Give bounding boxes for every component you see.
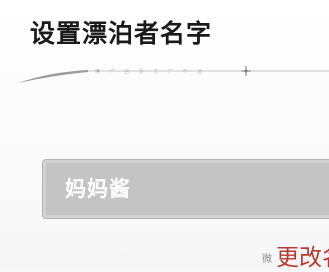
name-input-field[interactable]: 妈妈酱 <box>42 159 329 219</box>
dialog-title: 设置漂泊者名字 <box>30 19 213 48</box>
divider-swoosh <box>18 70 88 83</box>
name-input-value: 妈妈酱 <box>65 177 131 201</box>
divider-ornament-text: 鸣 广 自 逐 无 广 不 远 <box>95 69 207 75</box>
divider-diamond-icon <box>241 66 251 76</box>
watermark-text: 微 <box>262 254 272 265</box>
rename-dialog: 设置漂泊者名字 鸣 广 自 逐 无 广 不 远 妈妈酱 更改名 微 <box>0 0 329 271</box>
change-name-button[interactable]: 更改名 <box>276 238 329 272</box>
